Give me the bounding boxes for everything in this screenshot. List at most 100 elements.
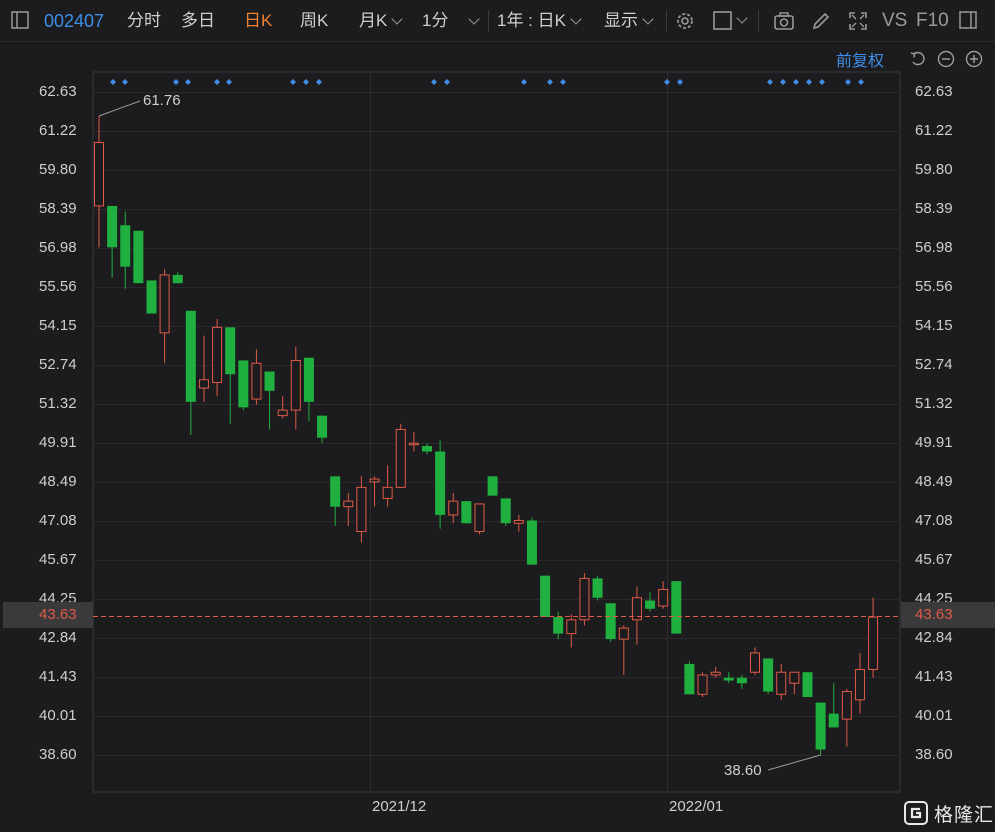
logo-icon <box>904 801 928 825</box>
y-tick-label: 42.84 <box>915 629 953 647</box>
y-tick-label: 58.39 <box>915 199 953 217</box>
y-tick-label: 49.91 <box>915 433 953 451</box>
candle-body <box>408 442 419 446</box>
candle <box>776 663 787 700</box>
candle <box>526 517 537 565</box>
y-tick-label: 49.91 <box>39 433 77 451</box>
signal-dot <box>290 79 296 85</box>
candle-body <box>172 274 183 284</box>
y-tick-label: 38.60 <box>915 746 953 763</box>
y-tick-label: 48.49 <box>915 473 953 491</box>
y-tick-label: 54.15 <box>39 316 77 334</box>
candle-body <box>198 379 209 389</box>
candle <box>697 672 708 698</box>
candle-body <box>461 501 472 524</box>
candle-body <box>303 357 314 402</box>
signal-dot <box>858 79 864 85</box>
y-tick-label: 59.80 <box>39 161 77 179</box>
candle-body <box>212 326 223 384</box>
candle <box>828 683 839 728</box>
y-tick-label: 55.56 <box>39 278 77 296</box>
candle-body <box>382 486 393 499</box>
candle <box>330 476 341 526</box>
candle-body <box>435 451 446 515</box>
candle-body <box>723 677 734 681</box>
y-tick-label: 51.32 <box>39 395 77 413</box>
candle-body <box>317 415 328 438</box>
candle <box>461 501 472 524</box>
current-price-tag-left: 43.63 <box>3 602 93 628</box>
candle-body <box>815 702 826 750</box>
signal-dot <box>226 79 232 85</box>
high-annotation: 61.76 <box>143 92 181 109</box>
candle <box>146 280 157 314</box>
y-tick-label: 55.56 <box>915 278 953 296</box>
y-tick-label: 56.98 <box>39 238 77 256</box>
y-tick-label: 62.63 <box>915 83 953 100</box>
candle-body <box>763 658 774 692</box>
candle-body <box>146 280 157 314</box>
signal-dot <box>185 79 191 85</box>
y-tick-label: 48.49 <box>39 473 77 491</box>
signal-dot <box>664 79 670 85</box>
candle-body <box>448 500 459 516</box>
candle-body <box>277 409 288 417</box>
candle <box>710 666 721 678</box>
candle <box>631 586 642 645</box>
candle <box>579 572 590 626</box>
y-tick-label: 62.63 <box>39 83 77 100</box>
candle-body <box>789 671 800 684</box>
signal-dot <box>819 79 825 85</box>
signal-dot <box>560 79 566 85</box>
candle <box>290 346 301 430</box>
low-annotation: 38.60 <box>724 762 762 779</box>
candle-body <box>828 713 839 728</box>
candle <box>369 476 380 507</box>
signal-dot <box>845 79 851 85</box>
candle <box>251 349 262 405</box>
candle <box>448 492 459 524</box>
signal-dot <box>547 79 553 85</box>
candle <box>658 581 669 609</box>
candle <box>605 603 616 642</box>
candle <box>854 652 865 714</box>
candle-body <box>356 486 367 533</box>
candle-body <box>395 428 406 488</box>
candle <box>763 658 774 695</box>
high-leader-line <box>98 100 141 117</box>
candle <box>684 661 695 695</box>
candle-body <box>802 672 813 698</box>
candle-body <box>750 652 760 673</box>
y-tick-label: 38.60 <box>39 746 77 763</box>
candle <box>317 415 328 444</box>
candle-body <box>290 359 301 411</box>
candle <box>198 335 209 402</box>
signal-dot <box>767 79 773 85</box>
candle-body <box>185 310 196 402</box>
candle <box>212 319 223 397</box>
candle <box>592 575 603 601</box>
candle <box>566 614 577 648</box>
candle-body <box>487 476 498 496</box>
candle <box>422 443 432 455</box>
candle-body <box>697 674 708 695</box>
candle-body <box>107 205 118 248</box>
candlestick-chart[interactable] <box>0 0 995 832</box>
candle-body <box>566 619 577 635</box>
y-tick-label: 45.67 <box>39 550 77 568</box>
candle <box>553 611 564 640</box>
candle <box>500 498 511 526</box>
x-axis-label-jan: 2022/01 <box>669 798 724 815</box>
chart-overlay <box>93 100 900 771</box>
candle-body <box>159 274 170 334</box>
candle-body <box>658 588 669 607</box>
signal-dot <box>793 79 799 85</box>
candle <box>540 575 551 618</box>
candle-body <box>422 445 432 452</box>
low-leader-line <box>767 754 821 771</box>
brand-logo: 格隆汇 <box>904 800 994 826</box>
candle-body <box>671 581 682 634</box>
logo-text: 格隆汇 <box>934 804 995 826</box>
y-tick-label: 47.08 <box>915 512 953 530</box>
candle-body <box>776 671 787 695</box>
